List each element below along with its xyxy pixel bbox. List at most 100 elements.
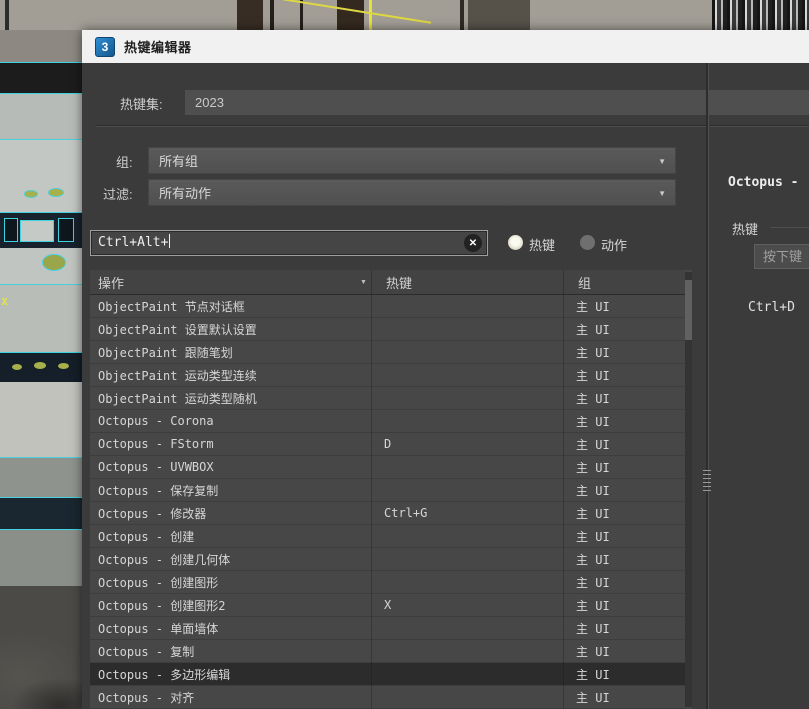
cell-action: Octopus - 保存复制: [90, 482, 378, 499]
scene-carpet: [0, 586, 82, 709]
table-row[interactable]: Octopus - 复制 主 UI: [90, 640, 685, 663]
cell-group: 主 UI: [570, 413, 685, 430]
scene-pillow: [0, 94, 82, 140]
dialog-body: 热键集: 2023 组: 所有组 ▼ 过滤: 所有动作 ▼ Ctrl+Alt+ …: [82, 63, 809, 709]
scene-radiator: [712, 0, 809, 30]
search-input-value: Ctrl+Alt+: [98, 235, 168, 250]
cell-group: 主 UI: [570, 459, 685, 476]
press-key-field[interactable]: 按下键: [754, 244, 809, 269]
cell-group: 主 UI: [570, 298, 685, 315]
scene-cushion: [58, 363, 69, 369]
column-header-hotkey[interactable]: 热键: [378, 273, 570, 292]
table-row[interactable]: Octopus - 创建几何体 主 UI: [90, 548, 685, 571]
cell-group: 主 UI: [570, 390, 685, 407]
radio-action[interactable]: [580, 235, 595, 250]
column-separator: [563, 270, 564, 709]
table-row[interactable]: Octopus - FStorm D 主 UI: [90, 433, 685, 456]
table-header[interactable]: 操作 热键 组: [90, 270, 685, 295]
hotkey-set-label: 热键集:: [120, 94, 163, 113]
cell-action: ObjectPaint 运动类型随机: [90, 390, 378, 407]
cell-group: 主 UI: [570, 321, 685, 338]
table-row[interactable]: ObjectPaint 跟随笔划 主 UI: [90, 341, 685, 364]
group-filter-value: 所有组: [159, 154, 198, 169]
scene-bedframe: [0, 498, 82, 530]
scene-cushion: [24, 190, 38, 198]
cell-action: Octopus - 复制: [90, 643, 378, 660]
cell-group: 主 UI: [570, 528, 685, 545]
scene-bedding: [0, 248, 82, 284]
action-filter-dropdown[interactable]: 所有动作 ▼: [148, 179, 676, 206]
scene-panel: [337, 0, 364, 30]
table-scrollbar[interactable]: [685, 272, 692, 707]
cell-action: Octopus - 多边形编辑: [90, 666, 378, 683]
table-row[interactable]: ObjectPaint 运动类型连续 主 UI: [90, 364, 685, 387]
section-divider: [96, 125, 809, 127]
axis-gizmo-label: x: [1, 294, 15, 308]
cell-group: 主 UI: [570, 689, 685, 706]
table-row[interactable]: ObjectPaint 节点对话框 主 UI: [90, 295, 685, 318]
chevron-down-icon: ▼: [658, 148, 666, 175]
scene-line: [300, 0, 303, 30]
scene-line: [270, 0, 274, 30]
scene-bedskirt: [0, 458, 82, 498]
hotkey-set-input[interactable]: 2023: [185, 90, 809, 115]
viewport-left-strip: x: [0, 30, 82, 709]
table-row[interactable]: ObjectPaint 运动类型随机 主 UI: [90, 387, 685, 410]
scrollbar-thumb[interactable]: [685, 280, 692, 340]
scene-line: [5, 0, 9, 30]
hotkey-set-value: 2023: [195, 95, 224, 110]
cell-group: 主 UI: [570, 344, 685, 361]
panel-splitter[interactable]: [706, 63, 709, 709]
cell-action: Octopus - FStorm: [90, 437, 378, 451]
table-row[interactable]: Octopus - 创建图形 主 UI: [90, 571, 685, 594]
scene-shape: [58, 218, 74, 242]
cell-action: ObjectPaint 跟随笔划: [90, 344, 378, 361]
scene-line: [460, 0, 464, 30]
cell-action: Octopus - 修改器: [90, 505, 378, 522]
group-filter-dropdown[interactable]: 所有组 ▼: [148, 147, 676, 174]
splitter-grip-icon[interactable]: [703, 470, 711, 492]
cell-action: ObjectPaint 节点对话框: [90, 298, 378, 315]
scene-shape: [4, 218, 18, 242]
scene-mattress: [0, 382, 82, 458]
table-row[interactable]: Octopus - 创建图形2 X 主 UI: [90, 594, 685, 617]
scene-floor-edge: [0, 530, 82, 586]
column-header-action[interactable]: 操作: [90, 273, 378, 292]
cell-action: Octopus - 创建几何体: [90, 551, 378, 568]
table-row[interactable]: Octopus - 保存复制 主 UI: [90, 479, 685, 502]
table-row[interactable]: Octopus - 修改器 Ctrl+G 主 UI: [90, 502, 685, 525]
cell-group: 主 UI: [570, 574, 685, 591]
table-row[interactable]: Octopus - UVWBOX 主 UI: [90, 456, 685, 479]
cell-action: Octopus - UVWBOX: [90, 460, 378, 474]
clear-search-button[interactable]: ✕: [464, 234, 482, 252]
table-row[interactable]: ObjectPaint 设置默认设置 主 UI: [90, 318, 685, 341]
table-row[interactable]: Octopus - 创建 主 UI: [90, 525, 685, 548]
table-row[interactable]: Octopus - 多边形编辑 主 UI: [90, 663, 685, 686]
radio-action-label: 动作: [601, 235, 627, 254]
column-separator: [371, 270, 372, 709]
sort-descending-icon[interactable]: ▼: [360, 279, 367, 286]
hotkey-table-body: ObjectPaint 节点对话框 主 UI ObjectPaint 设置默认设…: [90, 295, 685, 709]
radio-hotkey[interactable]: [508, 235, 523, 250]
scene-panel: [468, 0, 530, 30]
cell-action: Octopus - 对齐: [90, 689, 378, 706]
cell-group: 主 UI: [570, 505, 685, 522]
scene-cushion: [34, 362, 46, 369]
dialog-title: 热键编辑器: [124, 37, 192, 56]
cell-group: 主 UI: [570, 551, 685, 568]
table-row[interactable]: Octopus - 单面墙体 主 UI: [90, 617, 685, 640]
table-row[interactable]: Octopus - Corona 主 UI: [90, 410, 685, 433]
cell-hotkey: X: [378, 598, 570, 612]
scene-pillow: [0, 140, 82, 212]
dialog-titlebar[interactable]: 3 热键编辑器: [82, 30, 809, 63]
groupbox-border: [770, 227, 809, 228]
cell-action: Octopus - 创建图形2: [90, 597, 378, 614]
table-row[interactable]: Octopus - 对齐 主 UI: [90, 686, 685, 709]
radio-hotkey-label: 热键: [529, 235, 555, 254]
cell-action: Octopus - 创建图形: [90, 574, 378, 591]
cell-action: Octopus - 创建: [90, 528, 378, 545]
selected-action-heading: Octopus -: [728, 175, 798, 190]
scene-shape: [20, 220, 54, 242]
column-header-group[interactable]: 组: [570, 273, 685, 292]
search-input[interactable]: Ctrl+Alt+ ✕: [90, 230, 488, 256]
